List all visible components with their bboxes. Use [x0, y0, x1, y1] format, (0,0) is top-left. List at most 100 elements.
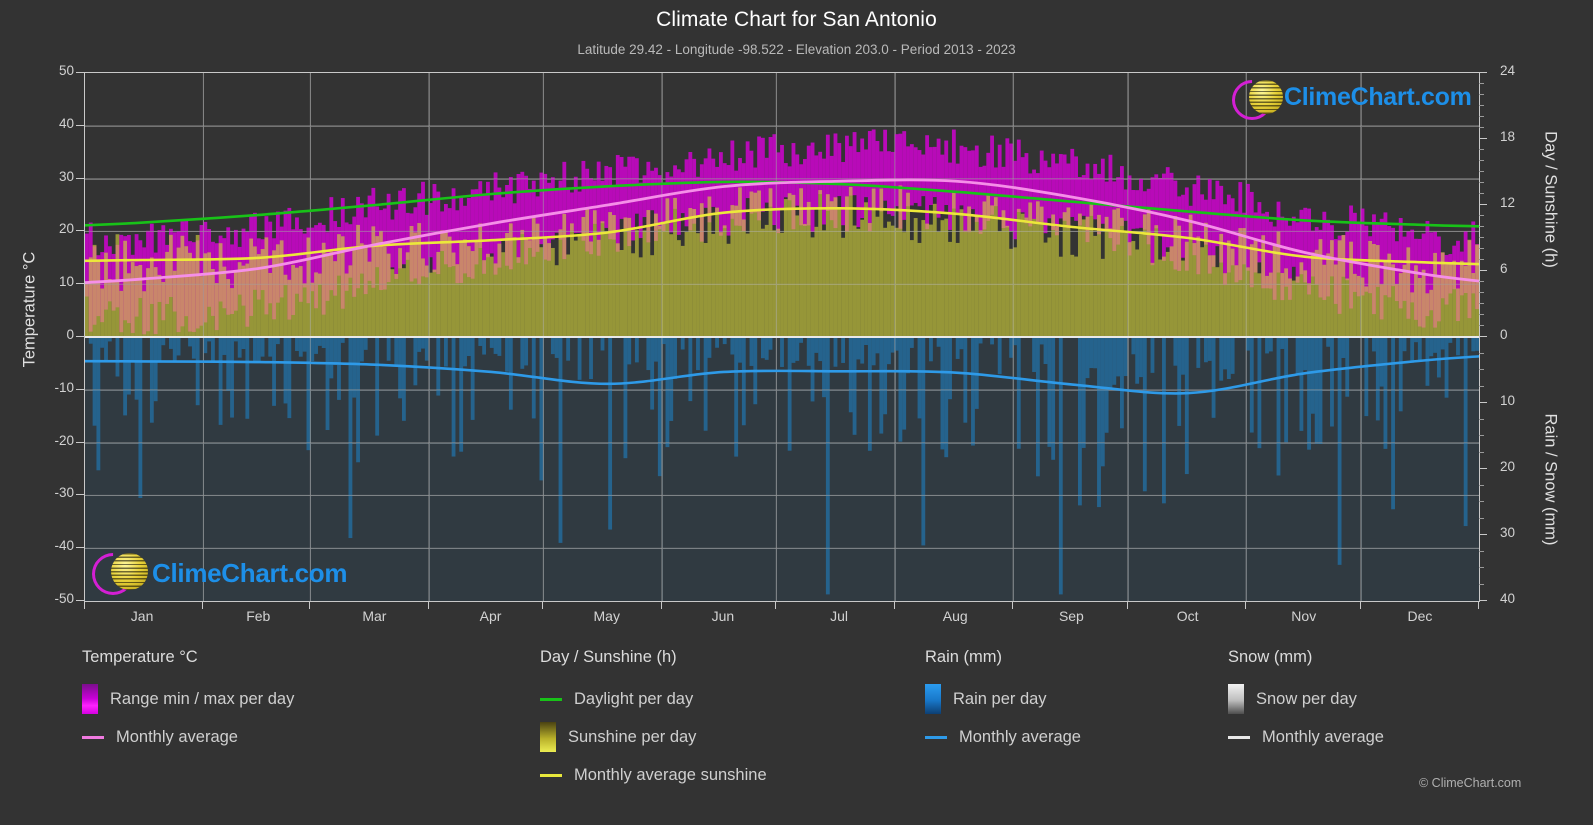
sunshine-bar [1085, 216, 1090, 337]
y-axis-left-tick-label: 50 [58, 63, 74, 78]
temperature-range-bar [1043, 160, 1048, 234]
sunshine-bar [841, 237, 846, 337]
legend-item[interactable]: Range min / max per day [82, 680, 294, 718]
temperature-range-bar [676, 169, 681, 235]
legend-item[interactable]: Monthly average [925, 718, 1081, 756]
temperature-range-bar [1291, 216, 1296, 267]
sunshine-bar [199, 276, 204, 337]
sunshine-bar [734, 205, 739, 337]
sunshine-bar [1234, 265, 1239, 337]
sunshine-bar [394, 273, 399, 337]
temperature-range-bar [1013, 160, 1017, 240]
sunshine-bar [295, 267, 299, 337]
sunshine-bar [1169, 246, 1174, 337]
temperature-range-bar [1410, 229, 1415, 303]
legend-item[interactable]: Snow per day [1228, 680, 1384, 718]
y-axis-left-tick-mark [76, 124, 84, 126]
sunshine-bar [1093, 235, 1098, 337]
sunshine-bar [558, 229, 563, 337]
sunshine-bar [760, 228, 765, 337]
y-axis-right-minor-tick [1479, 583, 1484, 585]
sunshine-bar [696, 233, 700, 337]
sunshine-bar [585, 208, 590, 337]
sunshine-bar [906, 192, 910, 337]
sunshine-bar [493, 263, 498, 337]
sunshine-bar [909, 240, 914, 337]
sunshine-bar [1402, 264, 1407, 337]
y-axis-right-minor-tick [1479, 369, 1484, 370]
sunshine-bar [1097, 214, 1101, 337]
y-axis-left-tick-mark [76, 600, 84, 601]
sunshine-bar [1242, 228, 1247, 337]
sunshine-bar [516, 257, 521, 337]
sunshine-bar [650, 255, 655, 337]
temperature-range-bar [1181, 194, 1185, 258]
legend-item[interactable]: Daylight per day [540, 680, 767, 718]
sunshine-bar [398, 248, 402, 337]
temperature-range-bar [1154, 174, 1159, 229]
sunshine-bar [592, 210, 597, 337]
temperature-range-bar [1108, 154, 1113, 239]
sunshine-bar [959, 209, 964, 337]
sunshine-bar [1425, 293, 1430, 337]
sunshine-bar [470, 251, 475, 337]
temperature-range-bar [1364, 225, 1369, 292]
sunshine-bar [669, 234, 674, 337]
legend-item[interactable]: Sunshine per day [540, 718, 767, 756]
sunshine-bar [455, 264, 460, 337]
sunshine-bar [1058, 256, 1063, 337]
legend-item[interactable]: Monthly average sunshine [540, 756, 767, 794]
sunshine-bar [1456, 288, 1460, 337]
legend-item[interactable]: Rain per day [925, 680, 1081, 718]
y-axis-right-minor-tick [1479, 281, 1484, 282]
sunshine-bar [764, 224, 769, 337]
sunshine-bar [600, 221, 605, 337]
sunshine-bar [837, 208, 842, 337]
sunshine-bar [1165, 251, 1170, 337]
sunshine-bar [501, 252, 506, 337]
sunshine-bar [142, 291, 147, 337]
legend-label: Daylight per day [574, 689, 694, 708]
temperature-range-bar [780, 144, 784, 211]
watermark-top-right: ClimeChart.com [1223, 71, 1472, 129]
temperature-range-bar [978, 166, 983, 234]
y-axis-right-minor-tick [1479, 303, 1484, 304]
temperature-range-bar [577, 191, 582, 233]
sunshine-bar [1452, 260, 1457, 337]
temperature-range-bar [803, 159, 807, 226]
y-axis-right-tick-mark [1479, 270, 1487, 271]
sunshine-bar [1230, 248, 1235, 337]
sunshine-bar [948, 241, 952, 337]
legend-item[interactable]: Monthly average [1228, 718, 1384, 756]
sunshine-bar [1284, 268, 1289, 337]
legend-heading: Snow (mm) [1228, 648, 1313, 666]
sunshine-bar [1215, 267, 1220, 337]
sunshine-bar [913, 218, 918, 337]
y-axis-right-bottom-tick-label: 30 [1500, 525, 1516, 540]
y-axis-right-minor-tick [1479, 325, 1484, 326]
sunshine-bar [1009, 248, 1014, 337]
y-axis-right-tick-mark [1479, 600, 1487, 601]
sunshine-bar [298, 266, 303, 337]
sunshine-bar [967, 206, 972, 337]
sunshine-bar [474, 241, 479, 337]
sunshine-bar [230, 288, 234, 337]
temperature-range-bar [1162, 173, 1166, 261]
temperature-range-bar [1070, 148, 1075, 217]
sunshine-bar [612, 215, 616, 337]
sunshine-bar [890, 225, 895, 337]
page-title: Climate Chart for San Antonio [656, 8, 937, 31]
y-axis-right-minor-tick [1479, 193, 1484, 194]
legend-label: Snow per day [1256, 689, 1357, 708]
y-axis-left-tick-mark [76, 336, 84, 337]
sunshine-bar [894, 227, 899, 337]
sunshine-bar [604, 233, 609, 337]
legend-item[interactable]: Monthly average [82, 718, 294, 756]
temperature-range-bar [619, 157, 624, 219]
sunshine-bar [352, 248, 357, 337]
climechart-logo-icon [1223, 71, 1283, 129]
temperature-range-bar [715, 166, 719, 213]
sunshine-bar [413, 232, 418, 337]
sunshine-bar [1181, 260, 1185, 337]
sunshine-bar [119, 290, 124, 337]
